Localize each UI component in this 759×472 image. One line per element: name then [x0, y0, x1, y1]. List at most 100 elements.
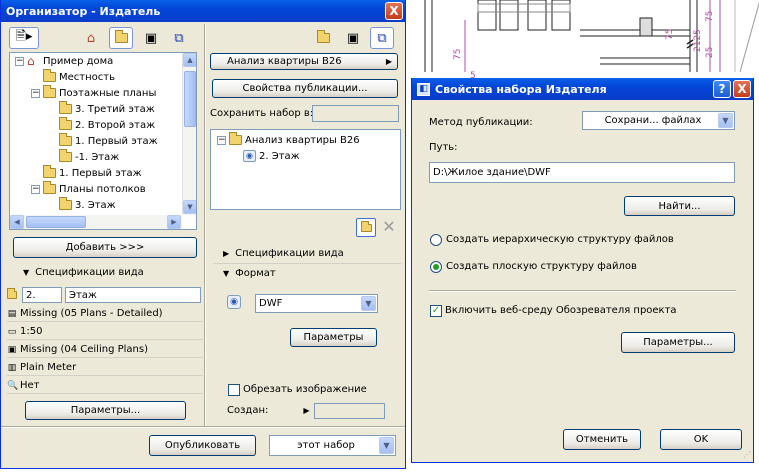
tree-item[interactable]: − ⌂ Пример дома	[15, 54, 113, 68]
publisher-set-tree[interactable]: − Анализ квартиры B26 ◉ 2. Этаж	[210, 129, 401, 210]
view-spec-row[interactable]: 🔍 Нет	[7, 378, 203, 394]
view-params-button[interactable]: Параметры...	[25, 401, 186, 420]
view-spec-row[interactable]: ▣ Missing (04 Ceiling Plans)	[7, 342, 203, 358]
add-button[interactable]: Добавить >>>	[13, 237, 197, 258]
format-dropdown[interactable]: DWF ▼	[255, 294, 378, 313]
dialog-help-button[interactable]: ?	[713, 80, 731, 98]
hierarchical-structure-radio[interactable]	[430, 234, 442, 246]
tree-collapse-icon[interactable]: −	[31, 184, 40, 194]
delete-button[interactable]: ✕	[379, 218, 399, 237]
publisher-mode-button[interactable]: 🗎▸	[9, 27, 39, 49]
tree-item[interactable]: 1. Первый этаж	[31, 165, 142, 180]
organizer-close-button[interactable]: X	[385, 2, 403, 20]
folder-icon	[114, 30, 128, 43]
scroll-up-arrow[interactable]: ▲	[183, 53, 196, 67]
view-map-tab[interactable]	[109, 27, 133, 49]
organizer-titlebar[interactable]: Организатор - Издатель X	[1, 0, 405, 22]
format-icon: ◉	[227, 295, 241, 309]
resize-grip-icon[interactable]: ⋰	[741, 450, 751, 460]
view-spec-row[interactable]: ▥ Plain Meter	[7, 360, 203, 376]
dialog-close-button[interactable]: X	[733, 80, 751, 98]
scroll-thumb[interactable]	[184, 71, 196, 127]
dialog-app-icon: ◧	[417, 82, 430, 96]
scope-dropdown[interactable]: этот набор ▼	[269, 435, 396, 456]
scope-value: этот набор	[297, 440, 355, 451]
format-section[interactable]: ▼ Формат	[223, 268, 276, 279]
tree-item[interactable]: 3. Этаж	[47, 197, 116, 212]
flat-structure-radio[interactable]	[430, 261, 442, 273]
tree-item-label: 3. Третий этаж	[75, 103, 155, 115]
tree-item[interactable]: − Планы потолков	[31, 181, 146, 196]
dwf-item-icon: ◉	[243, 150, 256, 162]
tree-item-label: 1. Первый этаж	[75, 135, 158, 147]
right-view-spec-section[interactable]: ▶ Спецификации вида	[223, 248, 344, 259]
save-set-field[interactable]	[312, 105, 399, 122]
right-layout-tab[interactable]: ▣	[341, 27, 365, 49]
set-tree-item[interactable]: ◉ 2. Этаж	[243, 149, 300, 163]
view-map-tree[interactable]: − ⌂ Пример дома Местность − Поэтажные планы 3.…	[9, 52, 197, 230]
path-field[interactable]: D:\Жилое здание\DWF	[429, 162, 735, 183]
publish-properties-button[interactable]: Свойства публикации...	[212, 79, 398, 98]
tree-vertical-scrollbar[interactable]: ▲ ▼	[182, 53, 196, 215]
tree-collapse-icon[interactable]: −	[15, 56, 24, 66]
view-spec-value: Нет	[20, 380, 40, 391]
publish-method-label: Метод публикации:	[429, 117, 533, 128]
tree-item[interactable]: -1. Этаж	[47, 149, 119, 164]
story-name-field[interactable]: Этаж	[65, 287, 201, 303]
collapse-triangle-icon: ▼	[23, 268, 30, 277]
story-number-field[interactable]: 2.	[22, 287, 62, 303]
scroll-right-arrow[interactable]: ▶	[167, 215, 181, 229]
set-tree-item[interactable]: − Анализ квартиры B26	[217, 132, 360, 147]
delete-icon: ✕	[382, 217, 396, 236]
crop-image-label: Обрезать изображение	[243, 384, 367, 395]
view-spec-section[interactable]: ▼ Спецификации вида	[23, 267, 144, 278]
crop-image-checkbox[interactable]	[228, 384, 240, 396]
tree-item[interactable]: 2. Второй этаж	[47, 117, 156, 132]
layout-book-tab[interactable]: ▣	[139, 27, 163, 49]
set-tree-item-label: 2. Этаж	[259, 150, 300, 162]
tree-horizontal-scrollbar[interactable]: ◀ ▶	[10, 215, 182, 229]
publish-method-dropdown[interactable]: Сохрани... файлах ▼	[582, 111, 735, 130]
scroll-down-arrow[interactable]: ▼	[183, 200, 196, 214]
dim-label-4: 25	[705, 47, 715, 58]
scroll-left-arrow[interactable]: ◀	[10, 215, 24, 229]
tree-collapse-icon[interactable]: −	[31, 88, 40, 98]
format-params-button[interactable]: Параметры	[290, 328, 377, 347]
right-folder-icon	[316, 30, 330, 43]
tree-item[interactable]: − Поэтажные планы	[31, 85, 156, 100]
dialog-titlebar[interactable]: ◧ Свойства набора Издателя ? X	[412, 78, 753, 100]
set-tree-collapse-icon[interactable]: −	[217, 135, 226, 145]
right-sets-tab[interactable]: ⧉	[370, 27, 394, 49]
publisher-icon: 🗎▸	[15, 29, 33, 44]
tree-item[interactable]: 1. Первый этаж	[47, 133, 158, 148]
dialog-params-button[interactable]: Параметры...	[621, 332, 735, 353]
publisher-sets-tab[interactable]: ⧉	[167, 27, 191, 49]
include-web-checkbox[interactable]: ✓	[430, 305, 442, 317]
folder-icon	[43, 181, 56, 194]
publisher-set-dropdown[interactable]: Анализ квартиры B26 ▶	[210, 53, 398, 70]
publish-button[interactable]: Опубликовать	[149, 435, 256, 456]
tree-item[interactable]: Местность	[31, 69, 115, 84]
folder-icon	[43, 165, 56, 178]
tree-item-label: Пример дома	[43, 55, 114, 67]
folder-icon	[59, 117, 72, 130]
created-arrow-button[interactable]: ▶	[301, 404, 312, 417]
hscroll-thumb[interactable]	[26, 216, 86, 228]
ok-button[interactable]: OK	[660, 429, 742, 450]
layers-icon: ▤	[7, 308, 17, 319]
project-map-tab[interactable]: ⌂	[79, 27, 103, 49]
tree-item[interactable]: 3. Третий этаж	[47, 101, 155, 116]
cancel-button[interactable]: Отменить	[563, 429, 641, 450]
tree-item-label: 1. Первый этаж	[59, 167, 142, 179]
browse-button[interactable]: Найти...	[624, 196, 735, 216]
tree-item-label: Планы потолков	[59, 183, 146, 195]
bottom-separator	[1, 426, 405, 428]
new-folder-button[interactable]	[356, 218, 376, 237]
panel-splitter[interactable]	[204, 24, 206, 426]
view-spec-row[interactable]: ▤ Missing (05 Plans - Detailed)	[7, 306, 203, 322]
view-spec-row[interactable]: ▭ 1:50	[7, 324, 203, 340]
format-heading: Формат	[235, 268, 276, 279]
tree-item-label: 2. Второй этаж	[75, 119, 156, 131]
dim-label-2: 2125	[693, 29, 703, 52]
right-view-map-tab[interactable]	[311, 27, 335, 49]
